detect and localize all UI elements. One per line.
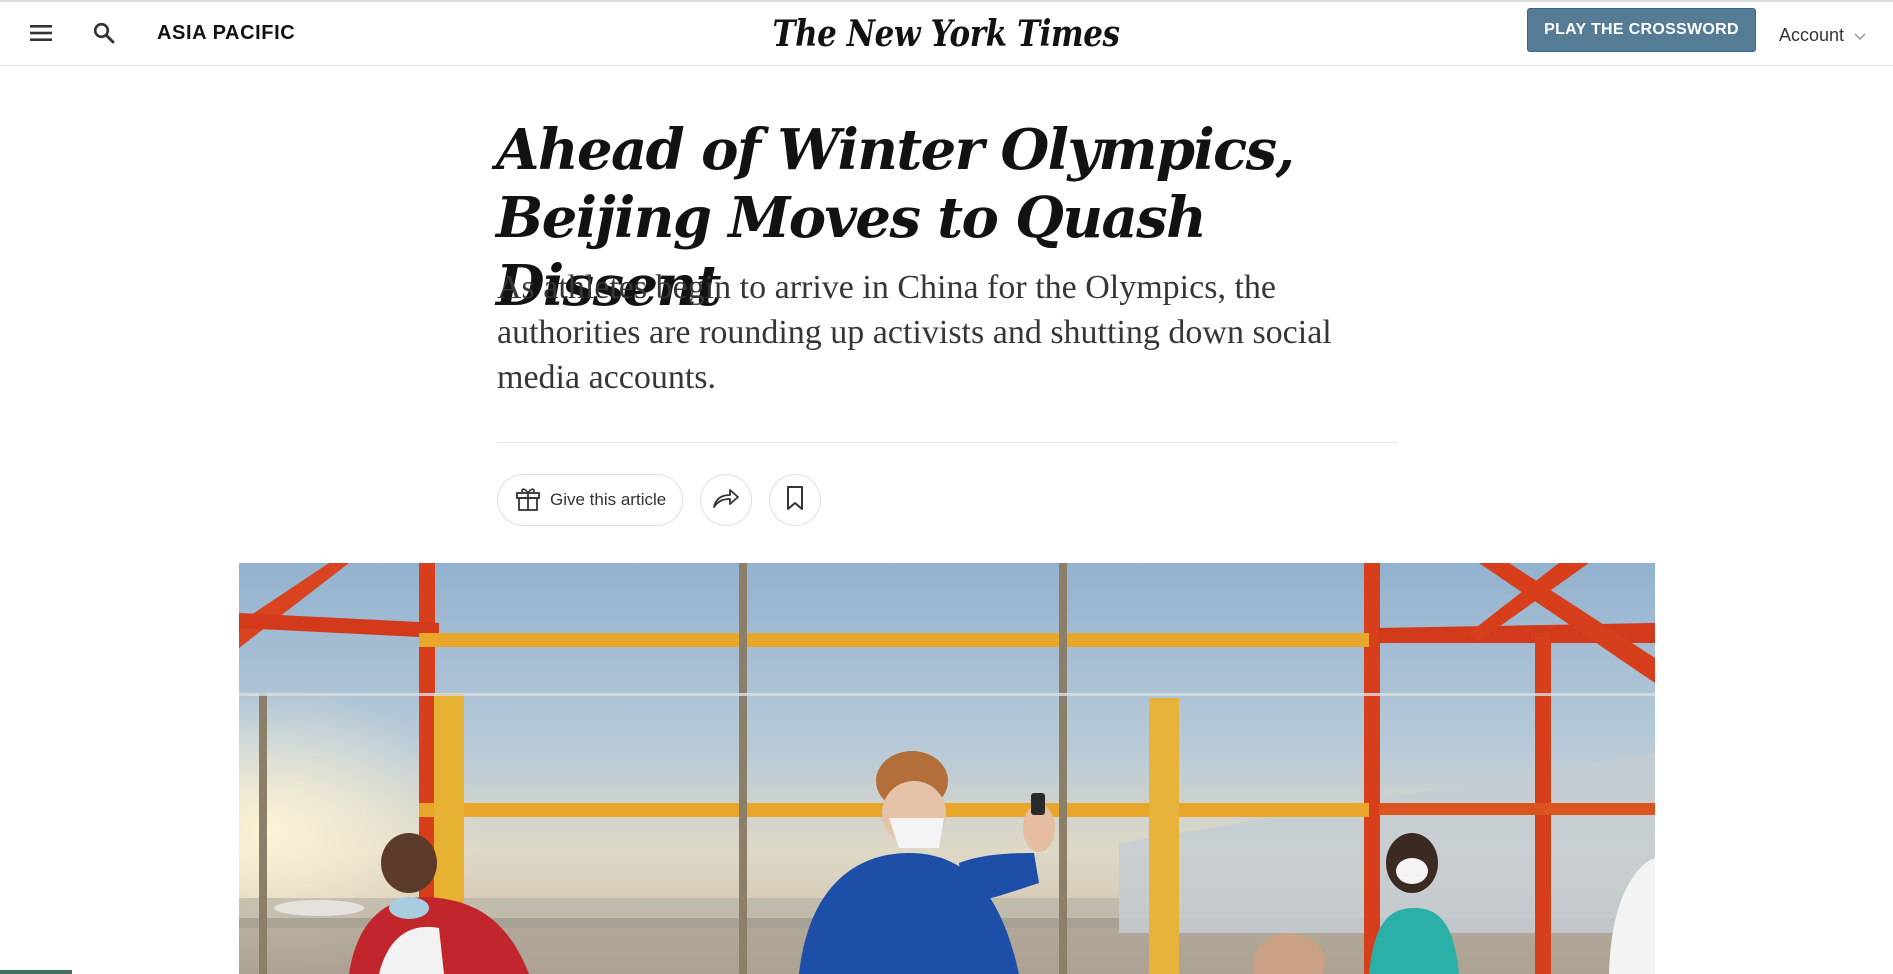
bottom-edge-bar [0,970,72,974]
hamburger-menu-icon[interactable] [24,18,58,48]
share-arrow-icon [712,487,740,514]
photo-illustration [239,563,1655,974]
save-button[interactable] [769,474,822,526]
gift-icon [514,484,542,517]
chevron-down-icon [1854,25,1866,46]
divider [497,442,1398,443]
masthead: ASIA PACIFIC The New York Times PLAY THE… [0,2,1893,66]
search-icon[interactable] [86,16,122,50]
article-summary: As athletes begin to arrive in China for… [497,269,1332,396]
account-menu[interactable]: Account [1779,22,1866,48]
share-button[interactable] [700,474,753,526]
give-article-label: Give this article [550,490,667,509]
article-lead-photo [239,563,1655,974]
account-label: Account [1779,24,1845,45]
bookmark-icon [786,485,804,516]
share-toolbar: Give this article [497,474,822,526]
give-article-button[interactable]: Give this article [497,474,684,526]
nyt-logo[interactable]: The New York Times [772,10,1119,58]
section-link-asia-pacific[interactable]: ASIA PACIFIC [157,22,295,45]
play-crossword-button[interactable]: PLAY THE CROSSWORD [1527,8,1756,52]
